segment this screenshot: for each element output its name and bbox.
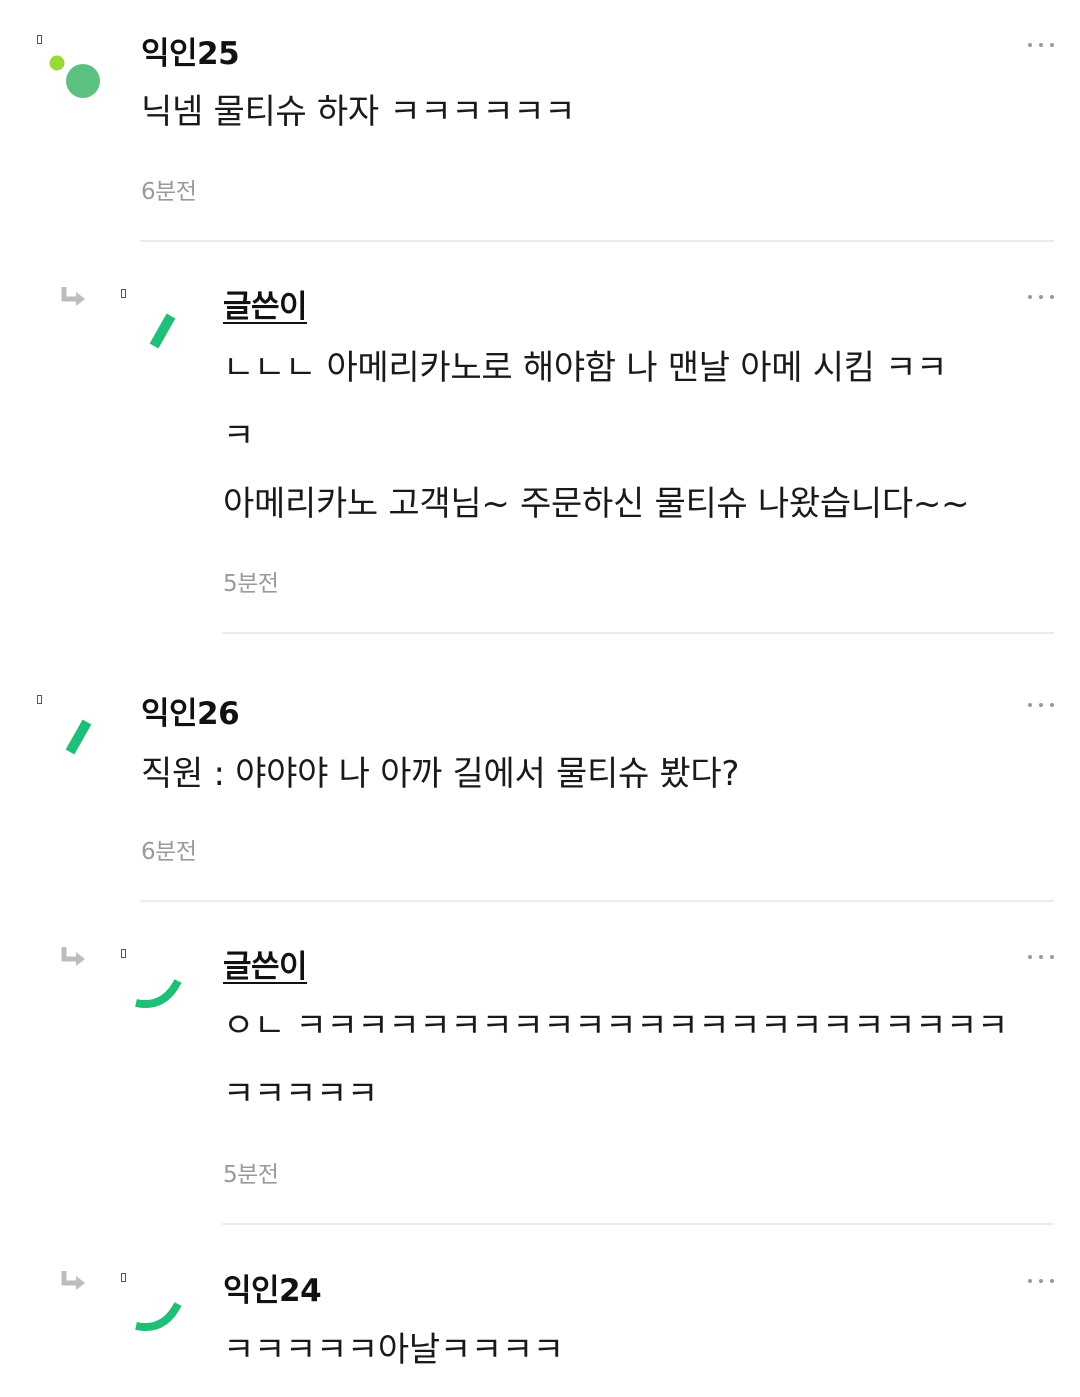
rank-mark-icon <box>121 289 126 298</box>
arc-avatar-icon <box>135 979 182 1008</box>
rank-mark-icon <box>121 1273 126 1282</box>
more-options-icon[interactable] <box>1028 701 1054 709</box>
divider <box>222 1223 1054 1225</box>
comment-time: 6분전 <box>141 839 197 865</box>
comment-text-line: ㅇㄴ ㅋㅋㅋㅋㅋㅋㅋㅋㅋㅋㅋㅋㅋㅋㅋㅋㅋㅋㅋㅋㅋㅋㅋ <box>223 1006 1009 1046</box>
divider <box>222 632 1054 634</box>
comment-author-op[interactable]: 글쓴이 <box>223 941 308 986</box>
reply-arrow-icon <box>61 947 85 966</box>
rank-mark-icon <box>37 35 42 44</box>
comment-author[interactable]: 익인26 <box>141 688 240 733</box>
comment-text: 직원 : 야야야 나 아까 길에서 물티슈 봤다? <box>141 754 740 794</box>
comment-text-line: ㄴㄴㄴ 아메리카노로 해야함 나 맨날 아메 시킴 ㅋㅋ <box>223 348 948 388</box>
comment-author[interactable]: 익인24 <box>223 1265 322 1310</box>
comment-time: 5분전 <box>223 571 279 597</box>
comment-text: ㅋㅋㅋㅋㅋ아날ㅋㅋㅋㅋ <box>223 1330 564 1370</box>
comment-text-line: 아메리카노 고객님~ 주문하신 물티슈 나왔습니다~~ <box>223 484 970 524</box>
slash-avatar-icon <box>149 313 176 349</box>
comment-text-line: ㅋ <box>223 416 254 456</box>
more-options-icon[interactable] <box>1028 293 1054 301</box>
rank-mark-icon <box>37 695 42 704</box>
divider <box>140 240 1054 242</box>
comment-author[interactable]: 익인25 <box>141 28 240 73</box>
reply-arrow-icon <box>61 1271 85 1290</box>
slash-avatar-icon <box>65 719 92 755</box>
more-options-icon[interactable] <box>1028 953 1054 961</box>
comment-text-line: ㅋㅋㅋㅋㅋ <box>223 1074 378 1114</box>
more-options-icon[interactable] <box>1028 41 1054 49</box>
comment-text: 닉넴 물티슈 하자 ㅋㅋㅋㅋㅋㅋ <box>141 92 576 132</box>
dots-avatar-icon <box>49 55 100 98</box>
reply-arrow-icon <box>61 287 85 306</box>
comment-author-op[interactable]: 글쓴이 <box>223 281 308 326</box>
comment-time: 5분전 <box>223 1162 279 1188</box>
rank-mark-icon <box>121 949 126 958</box>
divider <box>140 900 1054 902</box>
comment-time: 6분전 <box>141 179 197 205</box>
arc-avatar-icon <box>135 1302 182 1331</box>
more-options-icon[interactable] <box>1028 1277 1054 1285</box>
